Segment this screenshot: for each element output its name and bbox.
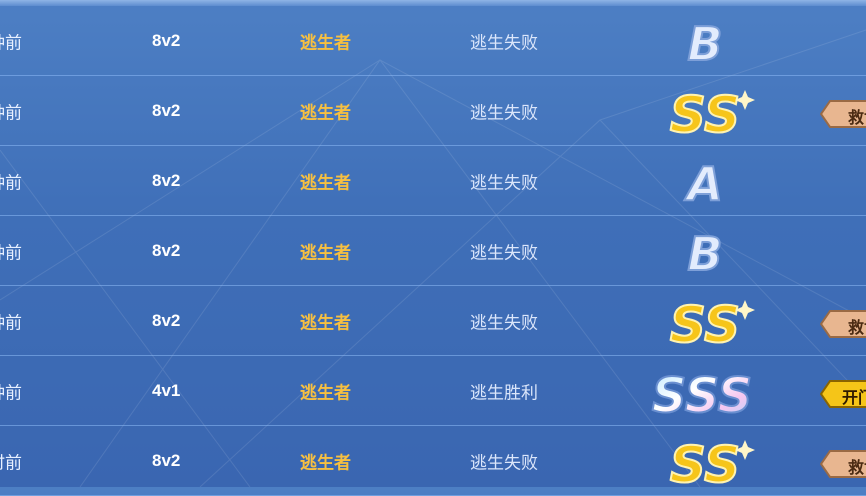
grade-b-icon: B (640, 220, 770, 282)
match-result: 逃生胜利 (470, 383, 538, 403)
badge-savior: 救世主 (820, 450, 866, 478)
svg-text:A: A (684, 157, 723, 211)
match-mode: 8v2 (152, 101, 181, 120)
match-row[interactable]: 时前 8v2 逃生者 逃生失败 SS 救世主 (0, 426, 866, 496)
badge-savior-label: 救世主 (848, 460, 866, 477)
badge-savior: 救世主 (820, 310, 866, 338)
match-time: 种前 (0, 103, 22, 123)
match-row[interactable]: 种前 4v1 逃生者 逃生胜利 SSS 开门英雄 (0, 356, 866, 426)
svg-text:SS: SS (670, 86, 740, 142)
grade-ss-icon: SS (640, 430, 770, 492)
badge-savior-label: 救世主 (848, 320, 866, 337)
match-row[interactable]: 种前 8v2 逃生者 逃生失败 SS 救世主 (0, 76, 866, 146)
svg-text:B: B (687, 17, 722, 71)
match-role: 逃生者 (300, 383, 351, 403)
match-role: 逃生者 (300, 173, 351, 193)
match-mode: 8v2 (152, 31, 181, 50)
match-time: 种前 (0, 383, 22, 403)
svg-text:SS: SS (670, 436, 740, 492)
match-mode: 8v2 (152, 451, 181, 470)
badge-savior: 救世主 (820, 100, 866, 128)
match-result: 逃生失败 (470, 103, 538, 123)
grade-ss-icon: SS (640, 290, 770, 352)
grade-a-icon: A (640, 150, 770, 212)
svg-text:B: B (687, 227, 722, 281)
match-mode: 8v2 (152, 241, 181, 260)
match-time: 种前 (0, 173, 22, 193)
match-mode: 8v2 (152, 171, 181, 190)
match-mode: 8v2 (152, 311, 181, 330)
match-row[interactable]: 种前 8v2 逃生者 逃生失败 B (0, 6, 866, 76)
match-row[interactable]: 种前 8v2 逃生者 逃生失败 B (0, 216, 866, 286)
grade-sss-icon: SSS (640, 360, 770, 422)
match-role: 逃生者 (300, 243, 351, 263)
badge-door-hero-label: 开门英雄 (842, 390, 866, 407)
match-mode: 4v1 (152, 381, 181, 400)
match-role: 逃生者 (300, 453, 351, 473)
match-result: 逃生失败 (470, 453, 538, 473)
svg-text:SS: SS (670, 296, 740, 352)
grade-b-icon: B (640, 10, 770, 72)
badge-door-hero: 开门英雄 (820, 380, 866, 408)
match-time: 种前 (0, 243, 22, 263)
badge-savior-label: 救世主 (848, 110, 866, 127)
match-time: 种前 (0, 33, 22, 53)
match-role: 逃生者 (300, 103, 351, 123)
match-time: 时前 (0, 453, 22, 473)
match-result: 逃生失败 (470, 313, 538, 333)
grade-ss-icon: SS (640, 80, 770, 142)
match-history-list: 种前 8v2 逃生者 逃生失败 B 种前 8v2 逃生者 逃生失败 SS 救世主… (0, 6, 866, 496)
match-result: 逃生失败 (470, 173, 538, 193)
match-row[interactable]: 种前 8v2 逃生者 逃生失败 A (0, 146, 866, 216)
match-result: 逃生失败 (470, 243, 538, 263)
match-result: 逃生失败 (470, 33, 538, 53)
match-row[interactable]: 种前 8v2 逃生者 逃生失败 SS 救世主 (0, 286, 866, 356)
match-time: 种前 (0, 313, 22, 333)
match-role: 逃生者 (300, 33, 351, 53)
svg-text:SSS: SSS (652, 368, 752, 422)
match-role: 逃生者 (300, 313, 351, 333)
